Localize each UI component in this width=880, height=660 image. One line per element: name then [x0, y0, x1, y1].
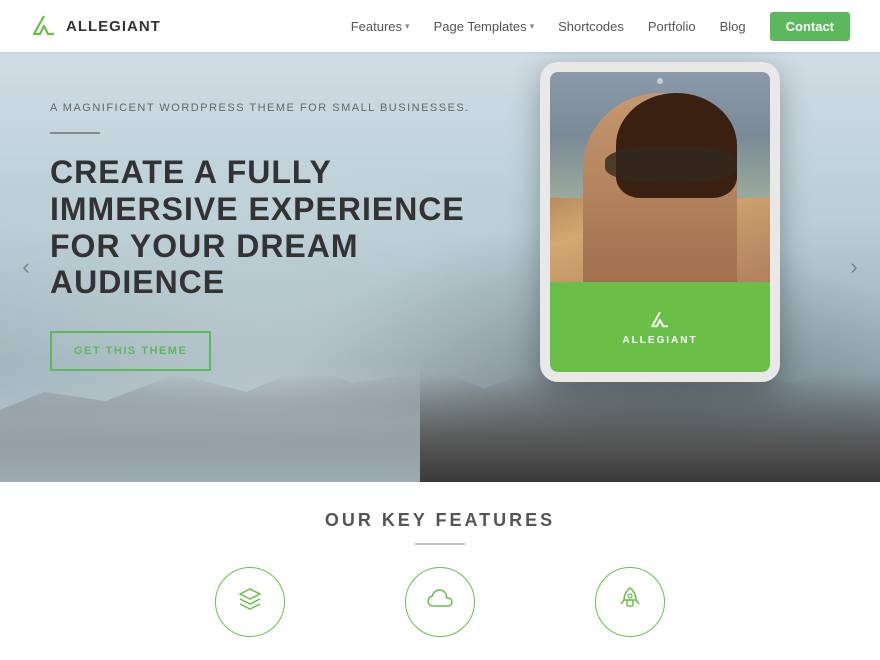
features-title: OUR KEY FEATURES	[325, 510, 555, 531]
chevron-down-icon: ▾	[530, 21, 535, 32]
logo-icon	[30, 12, 58, 40]
nav-features[interactable]: Features ▾	[351, 19, 410, 34]
cloud-icon	[426, 588, 454, 616]
tablet-camera	[657, 78, 663, 84]
features-divider	[415, 543, 465, 545]
rocket-icon	[618, 586, 642, 618]
nav-page-templates[interactable]: Page Templates ▾	[434, 19, 535, 34]
feature-layers	[215, 567, 285, 637]
hero-next-arrow[interactable]: ›	[838, 251, 870, 283]
tablet-brand-text: ALLEGIANT	[622, 335, 697, 346]
get-theme-button[interactable]: GET THIS THEME	[50, 331, 211, 371]
main-nav: Features ▾ Page Templates ▾ Shortcodes P…	[351, 12, 850, 41]
feature-cloud	[405, 567, 475, 637]
hero-section: A MAGNIFICENT WORDPRESS THEME FOR SMALL …	[0, 52, 880, 482]
nav-portfolio[interactable]: Portfolio	[648, 19, 696, 34]
features-section: OUR KEY FEATURES	[0, 482, 880, 660]
features-icons-row	[215, 567, 665, 637]
nav-contact-button[interactable]: Contact	[770, 12, 850, 41]
feature-rocket	[595, 567, 665, 637]
tablet-person-image	[550, 72, 770, 282]
tablet-device: ALLEGIANT	[540, 62, 780, 382]
hero-content: A MAGNIFICENT WORDPRESS THEME FOR SMALL …	[50, 102, 470, 371]
nav-shortcodes[interactable]: Shortcodes	[558, 19, 624, 34]
nav-blog[interactable]: Blog	[720, 19, 746, 34]
hero-divider	[50, 132, 100, 134]
hero-title: CREATE A FULLY IMMERSIVE EXPERIENCE FOR …	[50, 154, 470, 301]
hero-water	[0, 362, 420, 482]
logo-text: ALLEGIANT	[66, 18, 161, 35]
tablet-screen: ALLEGIANT	[550, 72, 770, 372]
tablet-brand-bar: ALLEGIANT	[550, 282, 770, 372]
tablet-logo-icon	[649, 309, 671, 331]
tablet-mockup: ALLEGIANT	[540, 62, 780, 382]
hero-subtitle: A MAGNIFICENT WORDPRESS THEME FOR SMALL …	[50, 102, 470, 114]
logo[interactable]: ALLEGIANT	[30, 12, 161, 40]
chevron-down-icon: ▾	[405, 21, 410, 32]
hero-prev-arrow[interactable]: ‹	[10, 251, 42, 283]
tablet-glasses	[605, 146, 737, 184]
layers-icon	[237, 586, 263, 618]
header: ALLEGIANT Features ▾ Page Templates ▾ Sh…	[0, 0, 880, 52]
